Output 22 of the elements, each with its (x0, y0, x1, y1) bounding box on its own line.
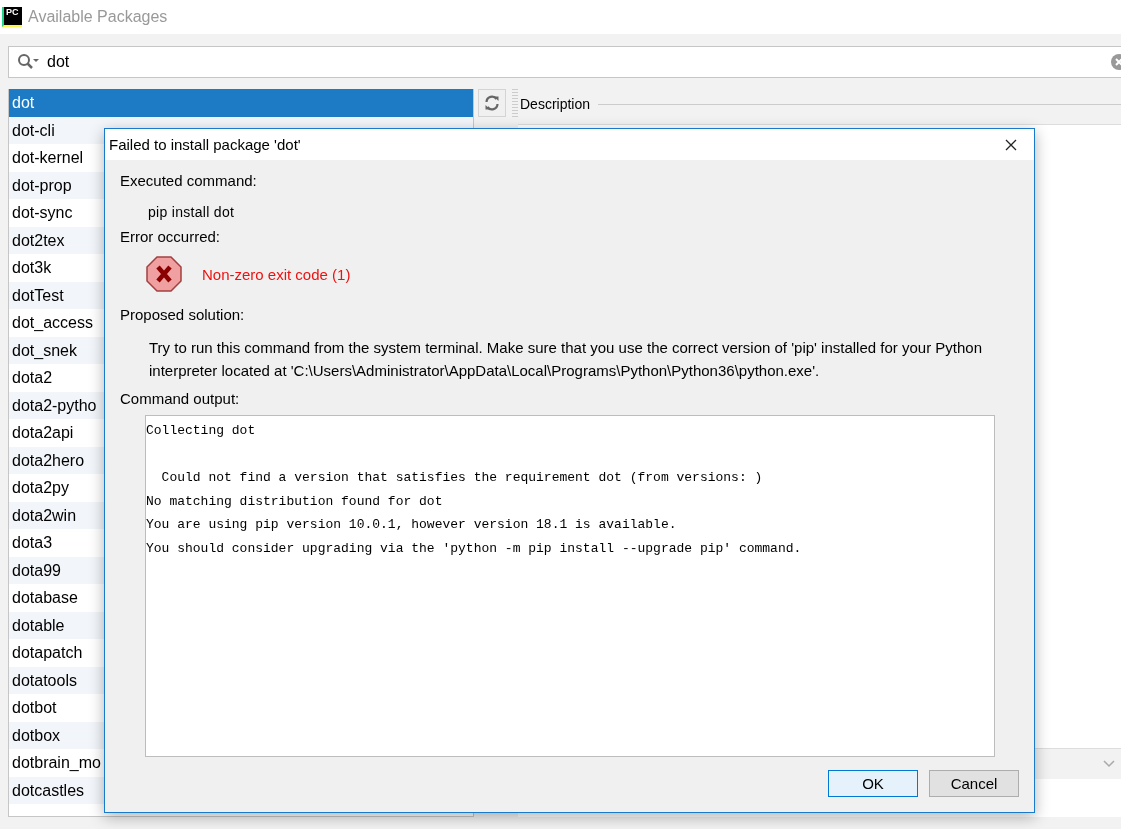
chevron-icon[interactable] (1103, 760, 1115, 768)
ok-button[interactable]: OK (828, 770, 918, 797)
description-title: Description (520, 96, 591, 112)
search-field[interactable]: dot (8, 46, 1121, 78)
app-logo: PC (2, 7, 22, 27)
output-text: Collecting dot Could not find a version that satisfies the requirement dot (from versions: ) No matching distribution found for dot You are using pip version 10.0.1, however version 18.1 is available. You should consider upgrading via the 'python -m pip install --upgrade pip' command. (146, 422, 803, 558)
close-icon (1005, 138, 1017, 151)
section-label: Command output: (120, 389, 241, 409)
solution-text: Try to run this command from the system terminal. Make sure that you use the correct version of 'pip' installed for your Python interpreter located at 'C:\Users\Administrator\AppData\Local\Programs\Python\Python36\python.exe'. (149, 338, 984, 381)
search-icon (17, 53, 41, 71)
error-message: Non-zero exit code (1) (202, 265, 351, 283)
refresh-icon (483, 94, 501, 112)
window-title: Available Packages (28, 8, 168, 26)
dialog-title: Failed to install package 'dot' (109, 136, 301, 153)
cancel-button[interactable]: Cancel (929, 770, 1019, 797)
error-icon (146, 256, 182, 292)
section-label: Proposed solution: (120, 305, 246, 325)
refresh-button[interactable] (478, 89, 506, 117)
package-item[interactable]: dot (9, 89, 473, 117)
command-text: pip install dot (148, 204, 236, 220)
section-label: Executed command: (120, 171, 258, 191)
section-label: Error occurred: (120, 227, 222, 247)
